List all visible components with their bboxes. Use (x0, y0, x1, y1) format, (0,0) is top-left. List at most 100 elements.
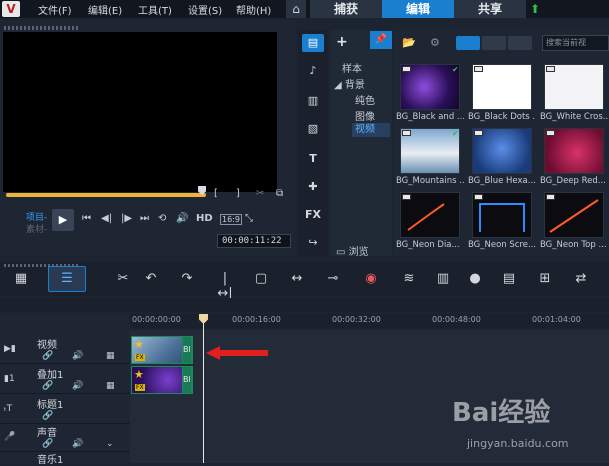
ripple-icon[interactable]: ⊸ (324, 271, 342, 286)
link-icon[interactable]: 🔗 (42, 351, 53, 361)
split-screen-icon[interactable]: ↔ (288, 271, 306, 286)
ripple-edit-icon[interactable]: ▦ (106, 381, 115, 391)
library-item[interactable]: BG_Neon Scre... (468, 192, 536, 250)
multicam-icon[interactable]: ⊞ (536, 271, 554, 286)
library-item[interactable]: BG_Neon Top ... (540, 192, 608, 250)
library-item[interactable]: BG_White Cros... (540, 64, 608, 122)
storyboard-view-icon[interactable]: ▦ (12, 271, 30, 286)
mark-out-icon[interactable]: ] (236, 188, 240, 199)
tab-share[interactable]: 共享 (454, 0, 526, 18)
search-input[interactable]: 搜索当前视 (542, 35, 609, 51)
motion-track-icon[interactable]: ● (466, 271, 484, 286)
fx-icon[interactable]: FX (302, 206, 324, 224)
filter-audio-toggle[interactable] (508, 36, 532, 50)
ripple-edit-icon[interactable]: ▦ (106, 351, 115, 361)
library-item-label: BG_Neon Top ... (540, 240, 607, 250)
next-frame-icon[interactable]: |▶ (121, 213, 132, 224)
pin-icon[interactable]: 📌 (370, 31, 392, 49)
library-item[interactable]: BG_Neon Dia... (396, 192, 464, 250)
mode-clip[interactable]: 素材- (26, 222, 47, 235)
track-title-label: 标题1 (37, 400, 64, 411)
tree-sample[interactable]: 样本 (342, 60, 362, 75)
library-item[interactable]: BG_Blue Hexa... (468, 128, 536, 186)
track-voice-label: 声音 (37, 428, 57, 439)
hd-button[interactable]: HD (196, 213, 213, 224)
volume-icon[interactable]: 🔊 (176, 213, 188, 224)
link-icon[interactable]: 🔗 (42, 439, 53, 449)
tree-image[interactable]: 图像 (355, 108, 375, 123)
menu-settings[interactable]: 设置(S) (188, 2, 222, 17)
repeat-icon[interactable]: ⟲ (158, 213, 166, 224)
subtitle-icon[interactable]: ▤ (500, 271, 518, 286)
tree-video[interactable]: 视频 (352, 123, 390, 137)
scrub-bar[interactable] (6, 193, 206, 197)
overlay-clip-tail[interactable]: Bl (182, 366, 192, 394)
mute-icon[interactable]: 🔊 (72, 351, 83, 361)
panel-grip[interactable] (4, 26, 78, 30)
menu-help[interactable]: 帮助(H) (236, 2, 271, 17)
end-icon[interactable]: ⏭ (140, 213, 149, 224)
tree-solid[interactable]: 纯色 (355, 92, 375, 107)
mute-icon[interactable]: 🔊 (72, 381, 83, 391)
title-track-icon[interactable]: ₜT (4, 404, 12, 414)
link-icon[interactable]: 🔗 (42, 411, 53, 421)
tree-background[interactable]: ◢ 背景 (334, 76, 365, 91)
home-icon[interactable]: ⌂ (286, 0, 306, 18)
filter-photo-toggle[interactable] (482, 36, 506, 50)
auto-music-icon[interactable]: ▥ (434, 271, 452, 286)
play-button[interactable]: ▶ (52, 209, 74, 231)
menu-edit[interactable]: 编辑(E) (88, 2, 122, 17)
library-item-label: BG_Black and ... (396, 112, 464, 122)
link-icon[interactable]: 🔗 (42, 381, 53, 391)
watermark-logo: Bai经验 (452, 398, 551, 428)
video-clip-tail[interactable]: Bl (182, 336, 192, 364)
expand-icon[interactable]: ⌄ (106, 439, 114, 449)
settings-gear-icon[interactable]: ⚙ (430, 36, 440, 49)
library-item[interactable]: BG_Black Dots ... (468, 64, 536, 122)
crop-icon[interactable]: ▢ (252, 271, 270, 286)
tab-edit[interactable]: 编辑 (382, 0, 454, 18)
browse-label: 浏览 (348, 247, 369, 258)
browse-button[interactable]: ▭ 浏览 (336, 243, 369, 258)
title-icon[interactable]: T (302, 150, 324, 168)
audio-mixer-icon[interactable]: ≋ (400, 271, 418, 286)
background-icon[interactable]: ▧ (302, 120, 324, 138)
add-folder-button[interactable]: + (336, 34, 348, 50)
library-item-label: BG_Mountains ... (396, 176, 464, 186)
library-item[interactable]: ✔ BG_Black and ... (396, 64, 464, 122)
trim-icon[interactable]: |↔| (216, 271, 234, 301)
track-video: ▶▮ 视频 🔗 🔊 ▦ (0, 334, 130, 364)
mark-in-icon[interactable]: [ (214, 188, 218, 199)
transition-icon[interactable]: ✚ (302, 178, 324, 196)
menu-tools[interactable]: 工具(T) (138, 2, 172, 17)
library-item[interactable]: ✔ BG_Mountains ... (396, 128, 464, 186)
resize-icon[interactable]: ⤡ (245, 213, 253, 224)
record-icon[interactable]: ◉ (362, 271, 380, 286)
undo-icon[interactable]: ↶ (142, 271, 160, 286)
overlay-track-icon[interactable]: ▮1 (4, 374, 15, 384)
tab-capture[interactable]: 捕获 (310, 0, 382, 18)
upload-icon[interactable]: ⬆ (528, 2, 542, 16)
aspect-ratio-button[interactable]: 16:9 (220, 214, 242, 225)
library-item[interactable]: BG_Deep Red... (540, 128, 608, 186)
filter-video-toggle[interactable] (456, 36, 480, 50)
template-icon[interactable]: ▥ (302, 92, 324, 110)
menu-file[interactable]: 文件(F) (38, 2, 72, 17)
home-step-icon[interactable]: ⏮ (82, 213, 91, 224)
video-track-icon[interactable]: ▶▮ (4, 344, 16, 354)
instant-project-icon[interactable]: ♪ (302, 62, 324, 80)
voice-track-icon[interactable]: 🎤 (4, 432, 15, 442)
media-icon[interactable]: ▤ (302, 34, 324, 52)
check-icon: ✔ (452, 65, 459, 74)
import-folder-icon[interactable]: 📂 (402, 36, 416, 49)
mute-icon[interactable]: 🔊 (72, 439, 83, 449)
prev-frame-icon[interactable]: ◀| (101, 213, 112, 224)
ruler-tick: 00:00:48:00 (432, 315, 481, 324)
track-motion-icon[interactable]: ⇄ (572, 271, 590, 286)
tools-icon[interactable]: ✂ (114, 271, 132, 286)
timecode-field[interactable]: 00:00:11:22 (217, 234, 291, 248)
redo-icon[interactable]: ↷ (178, 271, 196, 286)
split-icon[interactable]: ✂ (256, 188, 264, 199)
enlarge-icon[interactable]: ⧉ (276, 188, 283, 199)
path-icon[interactable]: ↪ (302, 234, 324, 252)
